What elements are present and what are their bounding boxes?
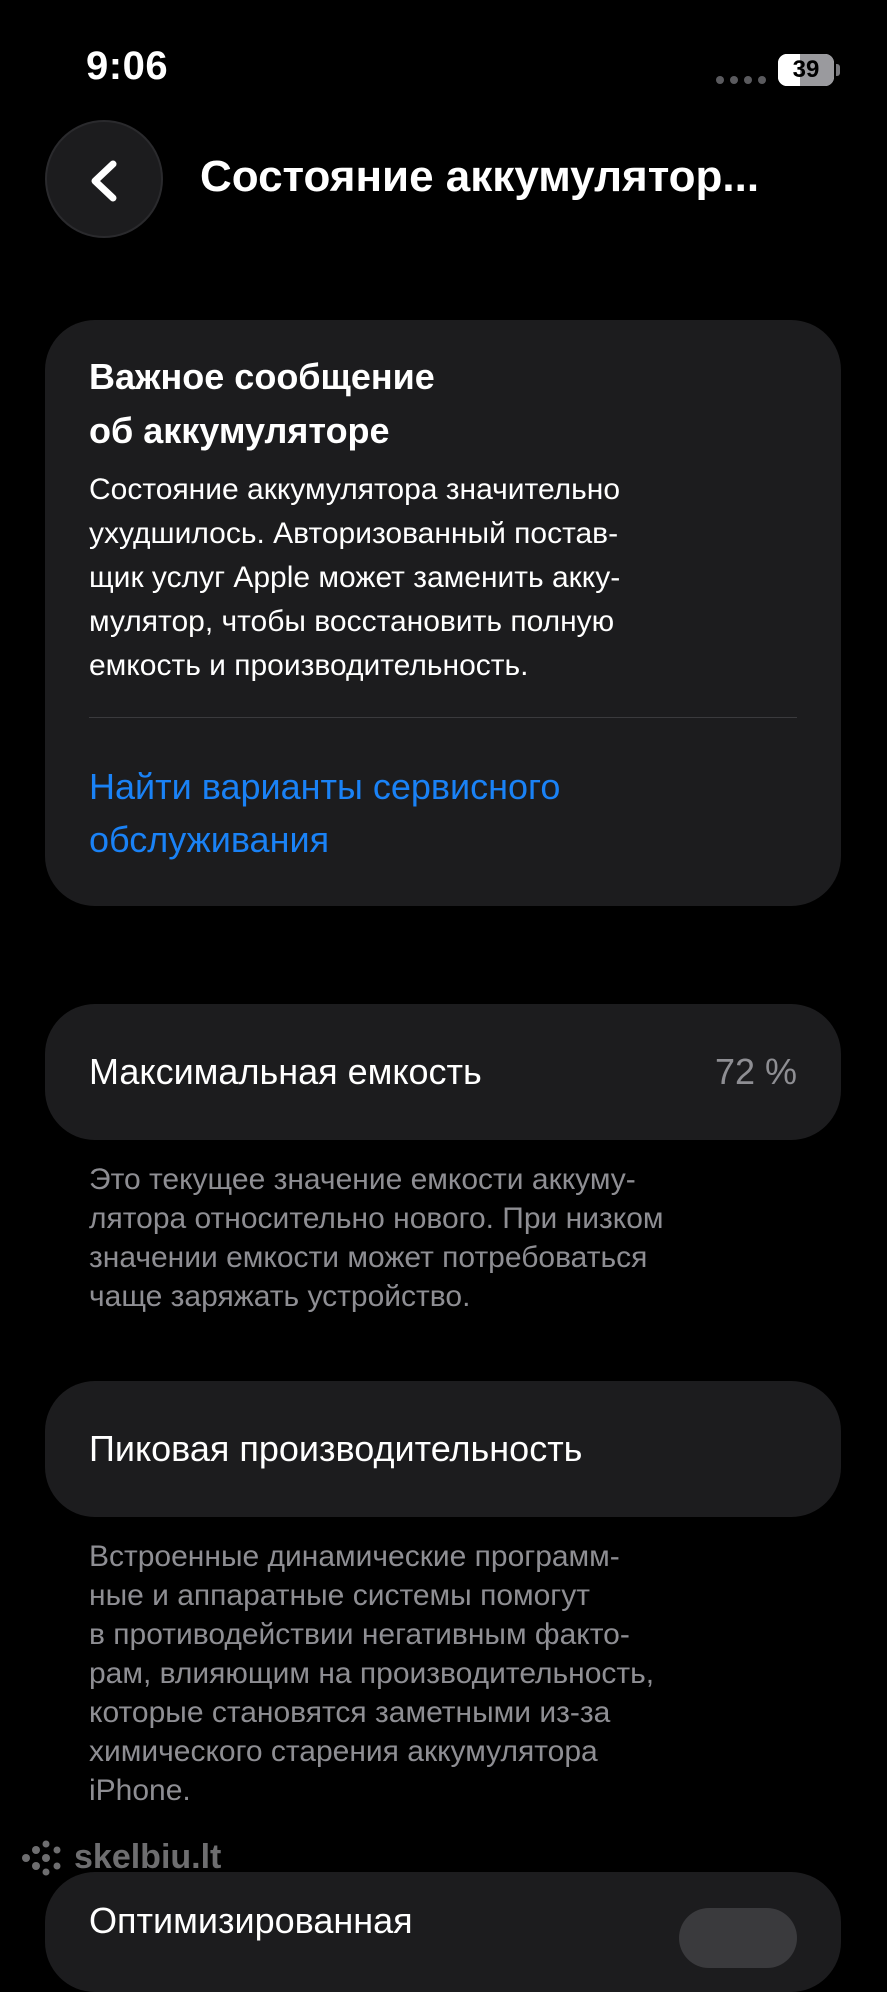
max-capacity-label: Максимальная емкость <box>89 1051 482 1092</box>
optimized-charging-row: Оптимизированная <box>45 1872 841 1992</box>
chevron-left-icon <box>91 160 117 202</box>
max-capacity-footnote: Это текущее значение емкости аккуму- лят… <box>89 1163 664 1313</box>
find-service-options-link[interactable]: Найти варианты сервисного обслуживания <box>89 760 789 866</box>
page-title: Состояние аккумулятор... <box>200 152 760 201</box>
divider <box>89 717 797 718</box>
optimized-charging-toggle[interactable] <box>679 1908 797 1968</box>
alert-title: Важное сообщение об аккумуляторе <box>89 356 435 451</box>
max-capacity-row: Максимальная емкость 72 % <box>45 1004 841 1140</box>
max-capacity-value: 72 % <box>714 1051 797 1092</box>
peak-performance-row: Пиковая производительность <box>45 1381 841 1517</box>
battery-level: 39 <box>792 56 820 83</box>
peak-performance-footnote: Встроенные динамические программ- ные и … <box>89 1540 655 1807</box>
peak-performance-label: Пиковая производительность <box>89 1428 583 1469</box>
optimized-charging-label: Оптимизированная <box>89 1900 413 1941</box>
battery-alert-card: Важное сообщение об аккумуляторе Состоян… <box>45 320 841 906</box>
status-time: 9:06 <box>86 44 169 88</box>
watermark-text: skelbiu.lt <box>74 1838 222 1876</box>
status-bar: 9:06 39 <box>0 0 887 140</box>
signal-dots-icon <box>716 76 766 84</box>
battery-icon: 39 <box>778 54 840 86</box>
watermark: skelbiu.lt <box>20 1838 221 1877</box>
alert-message: Состояние аккумулятора значительно ухудш… <box>89 473 621 682</box>
dots-logo-icon <box>22 1840 61 1875</box>
back-button[interactable] <box>45 120 163 238</box>
